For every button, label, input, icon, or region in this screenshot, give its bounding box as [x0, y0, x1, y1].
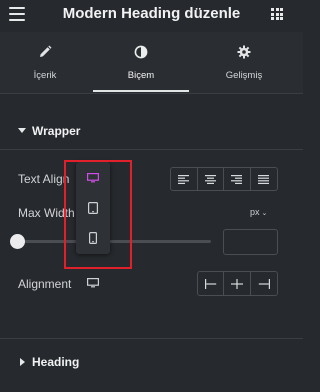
- divider: [0, 338, 303, 339]
- gear-icon: [237, 45, 251, 59]
- caret-right-icon: [20, 358, 25, 366]
- section-heading-header[interactable]: Heading: [0, 348, 303, 378]
- tab-advanced[interactable]: Gelişmiş: [198, 32, 290, 94]
- align-start-icon: [204, 278, 216, 289]
- panel-title: Modern Heading düzenle: [62, 5, 241, 22]
- desktop-icon[interactable]: [87, 278, 99, 288]
- contrast-icon: [134, 45, 148, 59]
- tab-bar: İçerik Biçem Gelişmiş: [0, 32, 303, 94]
- align-end-icon: [258, 278, 270, 289]
- caret-down-icon: [18, 128, 26, 133]
- align-justify-icon: [258, 174, 270, 184]
- max-width-slider-handle[interactable]: [10, 234, 25, 249]
- unit-value: px: [250, 207, 260, 217]
- text-align-label: Text Align: [18, 172, 70, 186]
- alignment-group: [197, 271, 278, 296]
- section-title: Wrapper: [32, 124, 81, 138]
- tab-style[interactable]: Biçem: [93, 32, 189, 94]
- align-middle-icon: [231, 278, 244, 289]
- align-center-icon: [204, 174, 216, 184]
- align-left-button[interactable]: [171, 168, 198, 190]
- section-wrapper-header[interactable]: Wrapper: [0, 117, 303, 147]
- unit-selector[interactable]: px ⌄: [250, 207, 267, 217]
- max-width-input[interactable]: [223, 229, 278, 255]
- tab-label: İçerik: [33, 70, 57, 81]
- highlight-box: [64, 160, 132, 269]
- align-right-button[interactable]: [224, 168, 251, 190]
- chevron-down-icon: ⌄: [261, 210, 268, 217]
- section-title: Heading: [32, 355, 80, 369]
- align-start-button[interactable]: [198, 272, 225, 295]
- hamburger-icon[interactable]: [9, 7, 25, 21]
- align-middle-button[interactable]: [224, 272, 251, 295]
- tab-label: Biçem: [127, 70, 155, 81]
- align-right-icon: [231, 174, 243, 184]
- align-left-icon: [178, 174, 190, 184]
- panel-header: Modern Heading düzenle: [0, 0, 303, 32]
- text-align-group: [170, 167, 278, 191]
- tab-label: Gelişmiş: [225, 70, 263, 81]
- align-end-button[interactable]: [251, 272, 277, 295]
- alignment-label: Alignment: [18, 277, 72, 291]
- align-justify-button[interactable]: [251, 168, 277, 190]
- grid-icon[interactable]: [271, 8, 283, 20]
- divider: [0, 149, 303, 150]
- align-center-button[interactable]: [198, 168, 224, 190]
- pencil-icon: [38, 45, 52, 59]
- tab-content[interactable]: İçerik: [0, 32, 90, 94]
